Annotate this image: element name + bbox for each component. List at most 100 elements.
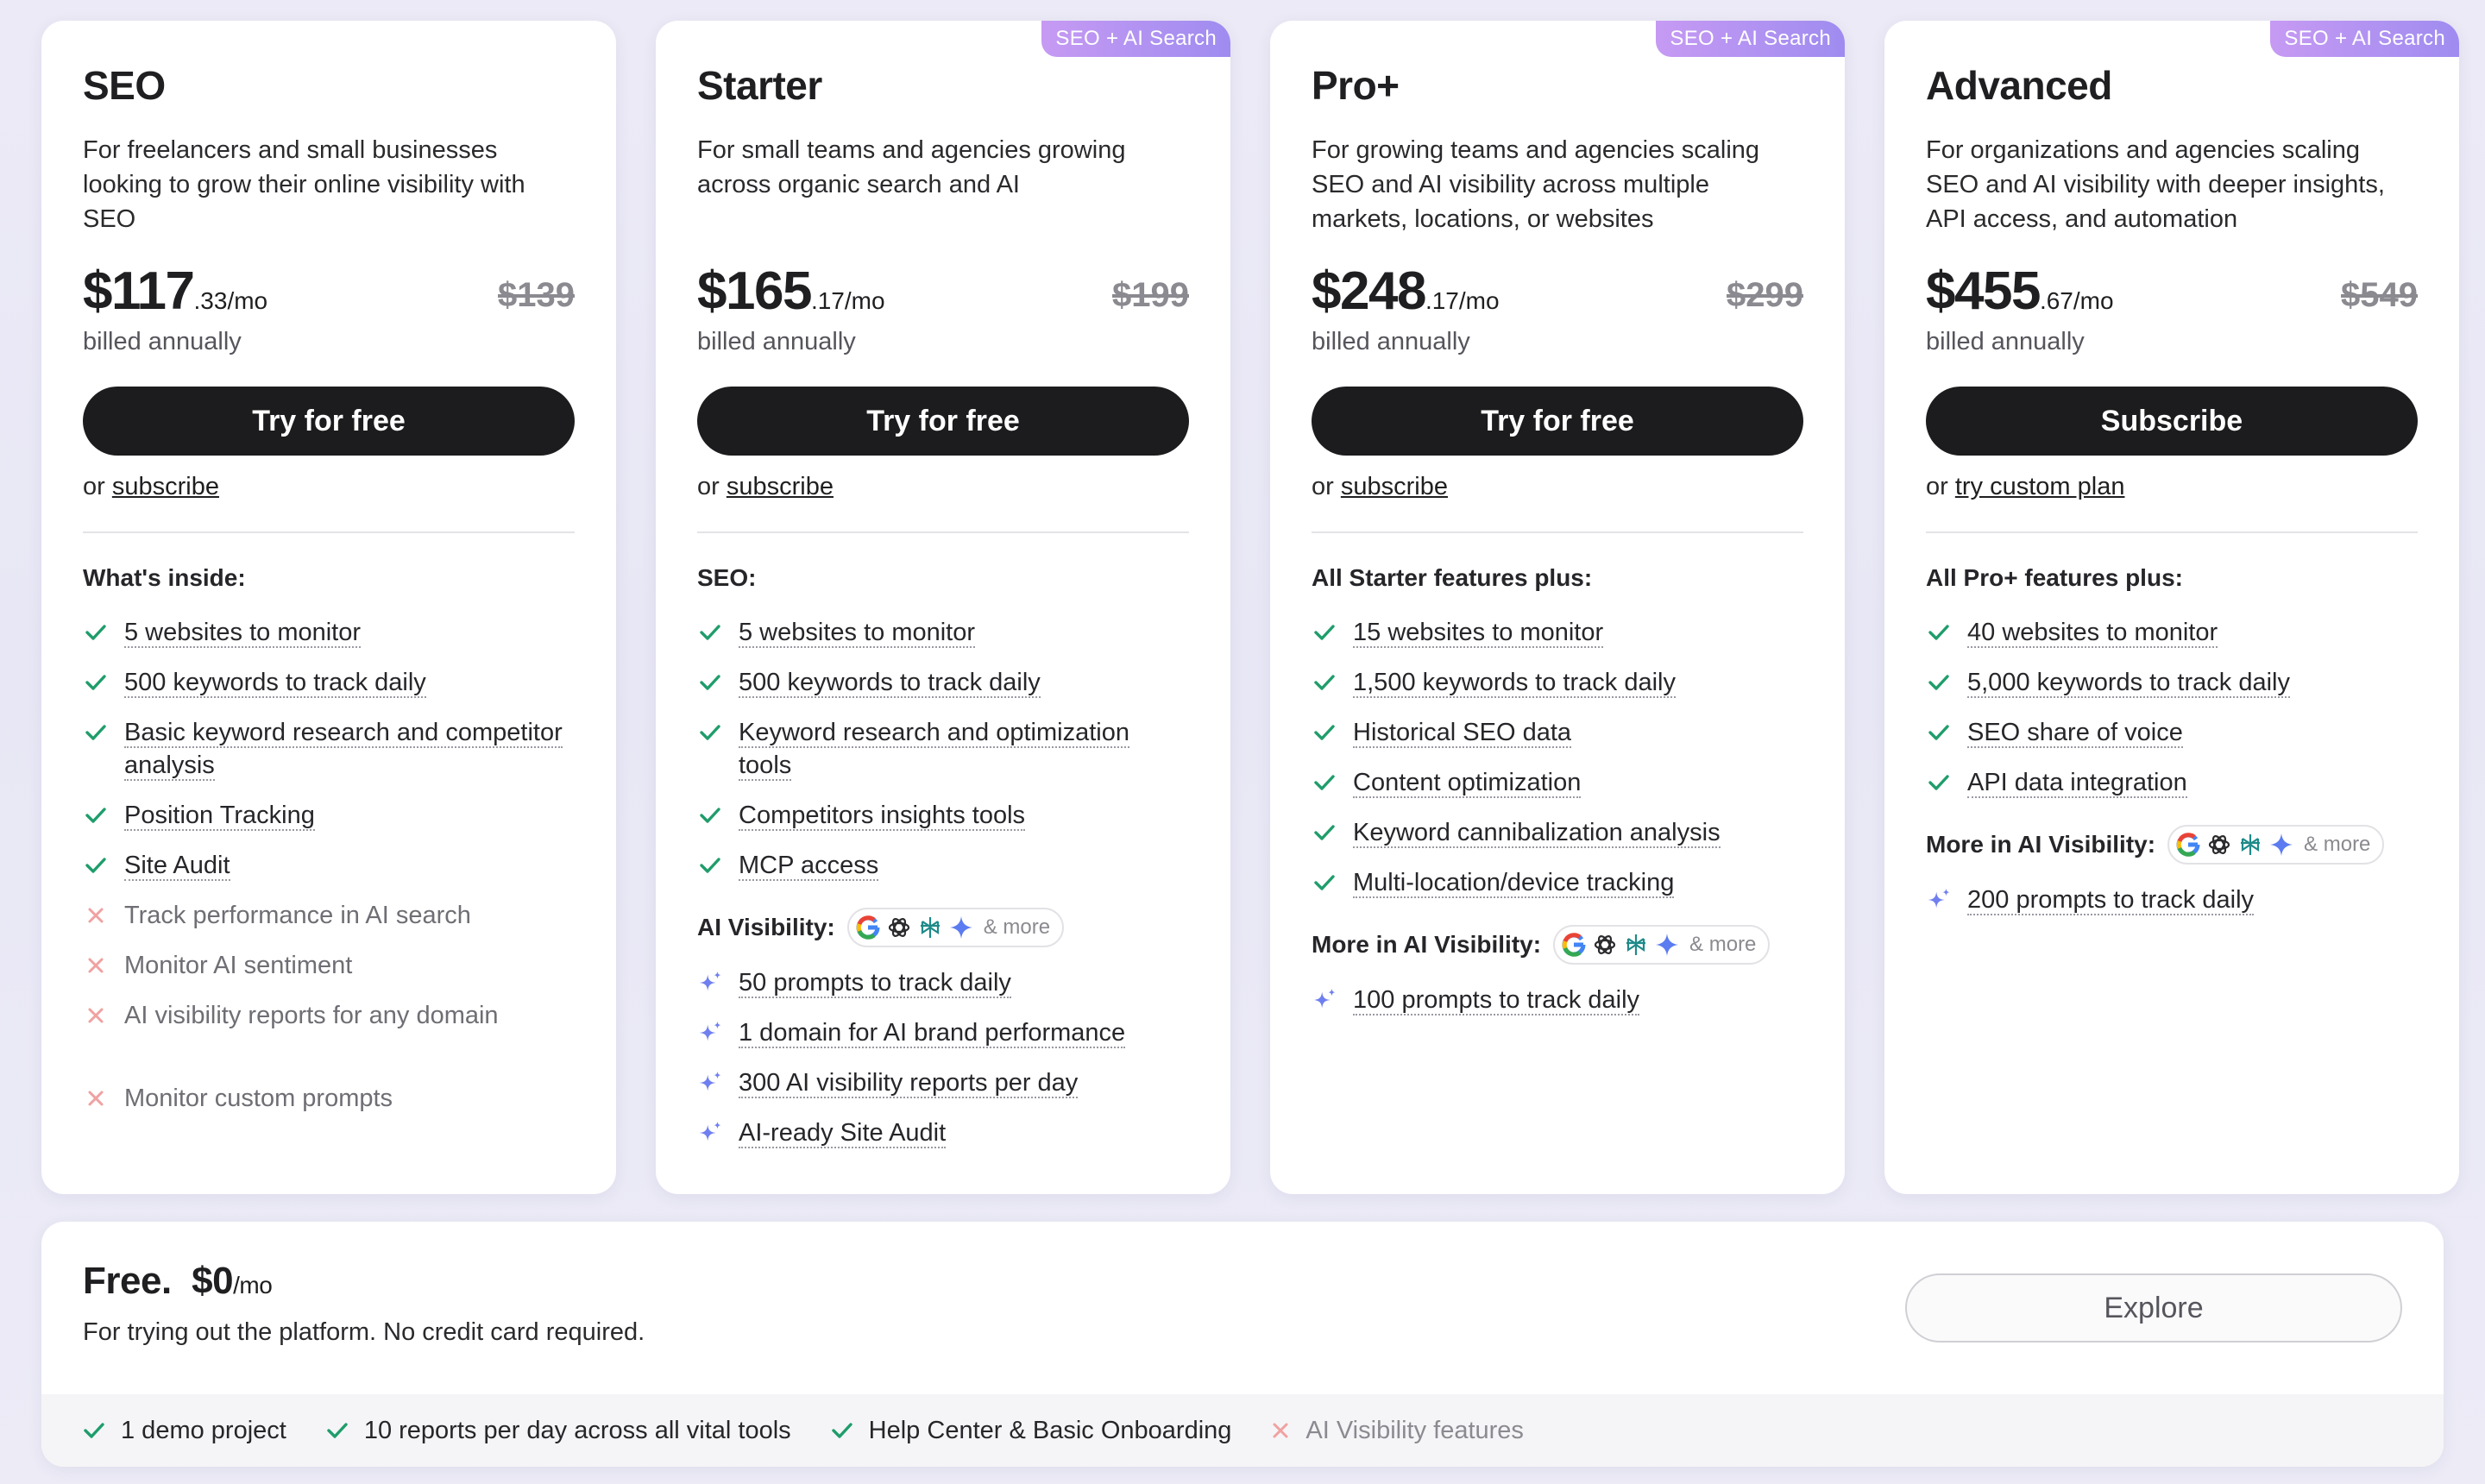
plan-cta-button[interactable]: Subscribe	[1926, 387, 2418, 456]
plan-feature: MCP access	[697, 849, 1189, 882]
free-feature: Help Center & Basic Onboarding	[831, 1417, 1231, 1445]
plan-feature: Basic keyword research and competitor an…	[83, 716, 575, 782]
plan-name: Starter	[697, 63, 822, 108]
plan-feature-label: 5,000 keywords to track daily	[1967, 669, 2290, 698]
check-icon	[1926, 766, 1952, 799]
plan-old-price: $299	[1727, 276, 1803, 314]
plan-alt-action: or try custom plan	[1926, 473, 2124, 501]
plan-feature: Track performance in AI search	[83, 899, 575, 932]
plan-price-main: $248	[1312, 261, 1426, 321]
ai-feature: 1 domain for AI brand performance	[697, 1016, 1189, 1049]
sparkle-icon	[697, 966, 723, 999]
plan-feature: SEO share of voice	[1926, 716, 2418, 749]
sparkle-icon	[697, 1016, 723, 1049]
sparkle-icon	[1926, 883, 1952, 916]
ai-feature-label: 50 prompts to track daily	[739, 969, 1011, 998]
plan-cta-button[interactable]: Try for free	[1312, 387, 1803, 456]
ai-visibility-label: AI Visibility:	[697, 914, 835, 940]
ai-engines-group: & more	[1553, 925, 1771, 965]
plan-feature: 40 websites to monitor	[1926, 616, 2418, 649]
free-feature-label: AI Visibility features	[1305, 1416, 1524, 1444]
plan-name: Pro+	[1312, 63, 1400, 108]
cross-icon	[83, 949, 109, 982]
ai-more-label: & more	[2304, 833, 2371, 856]
plan-feature: Historical SEO data	[1312, 716, 1803, 749]
free-plan-card: Free. $0/mo For trying out the platform.…	[41, 1222, 2444, 1467]
check-icon	[697, 799, 723, 832]
plan-description: For small teams and agencies growing acr…	[697, 136, 1126, 198]
plan-feature-label: Historical SEO data	[1353, 719, 1572, 748]
plan-feature-label: Track performance in AI search	[124, 902, 471, 929]
plan-feature: Monitor custom prompts	[83, 1082, 575, 1115]
ai-feature: 50 prompts to track daily	[697, 966, 1189, 999]
free-feature-label: 1 demo project	[121, 1416, 286, 1444]
plan-alt-link[interactable]: subscribe	[112, 473, 219, 500]
ai-feature-label: 200 prompts to track daily	[1967, 886, 2255, 915]
ai-feature: 100 prompts to track daily	[1312, 984, 1803, 1016]
plan-alt-prefix: or	[1312, 473, 1341, 500]
ai-feature: AI-ready Site Audit	[697, 1116, 1189, 1149]
plan-feature: 1,500 keywords to track daily	[1312, 666, 1803, 699]
plan-alt-prefix: or	[1926, 473, 1955, 500]
ai-visibility-label: More in AI Visibility:	[1926, 831, 2156, 858]
cross-icon	[83, 899, 109, 932]
gemini-icon	[2268, 831, 2295, 858]
plan-description: For organizations and agencies scaling S…	[1926, 136, 2385, 233]
plan-divider	[1926, 531, 2418, 533]
plan-feature: Multi-location/device tracking	[1312, 866, 1803, 899]
check-icon	[1312, 866, 1337, 899]
openai-icon	[885, 914, 913, 941]
plan-feature: 5,000 keywords to track daily	[1926, 666, 2418, 699]
free-feature: 10 reports per day across all vital tool…	[326, 1417, 791, 1445]
plan-feature-label: Competitors insights tools	[739, 802, 1026, 831]
plan-alt-action: or subscribe	[83, 473, 219, 501]
plan-alt-link[interactable]: subscribe	[727, 473, 834, 500]
plan-old-price: $139	[498, 276, 575, 314]
free-plan-title: Free. $0/mo	[83, 1260, 273, 1303]
plan-card-pro-plus: SEO + AI Search Pro+ For growing teams a…	[1270, 21, 1845, 1194]
google-icon	[2174, 831, 2202, 858]
plan-feature-label: 500 keywords to track daily	[739, 669, 1041, 698]
free-feature: 1 demo project	[83, 1417, 286, 1445]
plan-cta-button[interactable]: Try for free	[83, 387, 575, 456]
free-plan-features: 1 demo project 10 reports per day across …	[41, 1394, 2444, 1467]
plan-feature: Keyword cannibalization analysis	[1312, 816, 1803, 849]
check-icon	[831, 1421, 853, 1440]
plan-feature-label: 15 websites to monitor	[1353, 619, 1604, 648]
plan-card-starter: SEO + AI Search Starter For small teams …	[656, 21, 1230, 1194]
plan-feature: 500 keywords to track daily	[697, 666, 1189, 699]
ai-more-label: & more	[1689, 933, 1757, 956]
plan-feature-label: AI visibility reports for any domain	[124, 1002, 499, 1029]
plan-feature: Monitor AI sentiment	[83, 949, 575, 982]
cross-icon	[83, 999, 109, 1032]
plan-badge: SEO + AI Search	[1041, 21, 1230, 57]
plan-alt-link[interactable]: try custom plan	[1955, 473, 2125, 500]
ai-visibility-row: More in AI Visibility: & more	[1312, 925, 1771, 965]
plan-description: For growing teams and agencies scaling S…	[1312, 136, 1760, 233]
plan-feature-label: 500 keywords to track daily	[124, 669, 426, 698]
plan-feature: 500 keywords to track daily	[83, 666, 575, 699]
plan-cta-button[interactable]: Try for free	[697, 387, 1189, 456]
sparkle-icon	[697, 1116, 723, 1149]
plan-feature-label: MCP access	[739, 852, 879, 881]
ai-more-label: & more	[983, 915, 1051, 939]
plan-feature: 5 websites to monitor	[83, 616, 575, 649]
openai-icon	[2205, 831, 2233, 858]
plan-feature-label: 1,500 keywords to track daily	[1353, 669, 1676, 698]
plan-features-heading: SEO:	[697, 564, 757, 591]
explore-button[interactable]: Explore	[1905, 1273, 2402, 1343]
plan-feature: AI visibility reports for any domain	[83, 999, 575, 1032]
plan-name: Advanced	[1926, 63, 2112, 108]
plan-alt-action: or subscribe	[1312, 473, 1448, 501]
check-icon	[1312, 716, 1337, 749]
ai-feature-label: 300 AI visibility reports per day	[739, 1069, 1079, 1098]
ai-feature: 300 AI visibility reports per day	[697, 1066, 1189, 1099]
perplexity-icon	[1622, 931, 1650, 959]
free-plan-description: For trying out the platform. No credit c…	[83, 1318, 645, 1346]
plan-description: For freelancers and small businesses loo…	[83, 136, 525, 233]
sparkle-icon	[697, 1066, 723, 1099]
plan-alt-link[interactable]: subscribe	[1341, 473, 1448, 500]
plan-feature-label: API data integration	[1967, 769, 2187, 798]
billing-period: billed annually	[1312, 328, 1470, 355]
plan-alt-prefix: or	[697, 473, 727, 500]
